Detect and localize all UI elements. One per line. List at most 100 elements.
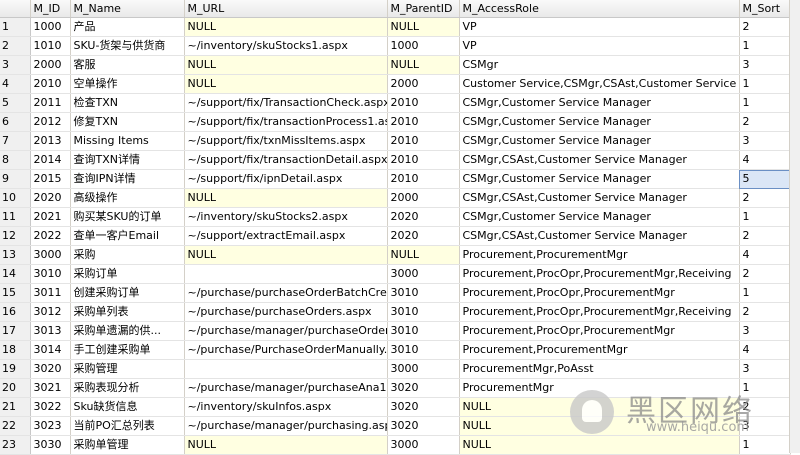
cell-m-sort[interactable]: 3 xyxy=(739,359,791,379)
cell-m-name[interactable]: Missing Items xyxy=(70,131,185,151)
cell-m-sort[interactable]: 5 xyxy=(739,169,791,189)
cell-m-parentid[interactable]: 3020 xyxy=(387,397,460,417)
cell-m-parentid[interactable]: 2020 xyxy=(387,207,460,227)
table-row[interactable]: 6 2012 修复TXN ~/support/fix/transactionProce… xyxy=(0,112,791,132)
cell-m-sort[interactable]: 2 xyxy=(739,17,791,37)
cell-m-url[interactable]: ~/purchase/manager/purchasing.aspx xyxy=(184,416,388,436)
cell-m-sort[interactable]: 1 xyxy=(739,74,791,94)
cell-m-sort[interactable]: 4 xyxy=(739,340,791,360)
row-number[interactable]: 5 xyxy=(0,93,31,113)
cell-m-name[interactable]: 采购管理 xyxy=(70,359,185,379)
cell-m-parentid[interactable]: 3020 xyxy=(387,416,460,436)
cell-m-url[interactable]: ~/purchase/PurchaseOrderManually... xyxy=(184,340,388,360)
cell-m-parentid[interactable]: 3020 xyxy=(387,378,460,398)
cell-m-parentid[interactable]: 3000 xyxy=(387,359,460,379)
cell-m-accessrole[interactable]: Procurement,ProcOpr,ProcurementMgr,Recei… xyxy=(459,302,740,322)
cell-m-url[interactable]: NULL xyxy=(184,188,388,208)
cell-m-name[interactable]: 高级操作 xyxy=(70,188,185,208)
cell-m-accessrole[interactable]: Procurement,ProcOpr,ProcurementMgr xyxy=(459,321,740,341)
cell-m-accessrole[interactable]: CSMgr,Customer Service Manager xyxy=(459,112,740,132)
cell-m-id[interactable]: 2015 xyxy=(30,169,71,189)
row-number[interactable]: 16 xyxy=(0,302,31,322)
cell-m-sort[interactable]: 3 xyxy=(739,55,791,75)
cell-m-name[interactable]: 检查TXN xyxy=(70,93,185,113)
cell-m-id[interactable]: 2000 xyxy=(30,55,71,75)
column-header-m-accessrole[interactable]: M_AccessRole xyxy=(459,0,740,18)
cell-m-sort[interactable]: 2 xyxy=(739,188,791,208)
cell-m-id[interactable]: 3021 xyxy=(30,378,71,398)
cell-m-id[interactable]: 2013 xyxy=(30,131,71,151)
table-row[interactable]: 13 3000 采购 NULL NULL Procurement,ProcurementM… xyxy=(0,245,791,265)
cell-m-sort[interactable]: 3 xyxy=(739,131,791,151)
cell-m-parentid[interactable]: NULL xyxy=(387,245,460,265)
cell-m-name[interactable]: 空单操作 xyxy=(70,74,185,94)
row-number[interactable]: 18 xyxy=(0,340,31,360)
row-number[interactable]: 7 xyxy=(0,131,31,151)
cell-m-url[interactable]: NULL xyxy=(184,435,388,455)
row-number-header[interactable] xyxy=(0,0,31,18)
cell-m-name[interactable]: 购买某SKU的订单 xyxy=(70,207,185,227)
row-number[interactable]: 21 xyxy=(0,397,31,417)
cell-m-accessrole[interactable]: CSMgr,Customer Service Manager xyxy=(459,169,740,189)
cell-m-accessrole[interactable]: VP xyxy=(459,36,740,56)
cell-m-id[interactable]: 2012 xyxy=(30,112,71,132)
table-row[interactable]: 11 2021 购买某SKU的订单 ~/inventory/skuStocks2.as… xyxy=(0,207,791,227)
cell-m-name[interactable]: 客服 xyxy=(70,55,185,75)
column-header-m-sort[interactable]: M_Sort xyxy=(739,0,791,18)
cell-m-id[interactable]: 2014 xyxy=(30,150,71,170)
table-row[interactable]: 4 2010 空单操作 NULL 2000 Customer Service,CSMgr,… xyxy=(0,74,791,94)
table-row[interactable]: 17 3013 采购单遗漏的供... ~/purchase/manager/purch… xyxy=(0,321,791,341)
row-number[interactable]: 22 xyxy=(0,416,31,436)
cell-m-accessrole[interactable]: ProcurementMgr,PoAsst xyxy=(459,359,740,379)
cell-m-parentid[interactable]: NULL xyxy=(387,17,460,37)
cell-m-id[interactable]: 3020 xyxy=(30,359,71,379)
cell-m-accessrole[interactable]: CSMgr,CSAst,Customer Service Manager xyxy=(459,150,740,170)
cell-m-id[interactable]: 2011 xyxy=(30,93,71,113)
cell-m-url[interactable]: ~/purchase/purchaseOrderBatchCre... xyxy=(184,283,388,303)
table-row[interactable]: 12 2022 查单一客户Email ~/support/extractEmail.a… xyxy=(0,226,791,246)
cell-m-parentid[interactable]: 2010 xyxy=(387,112,460,132)
cell-m-id[interactable]: 3011 xyxy=(30,283,71,303)
cell-m-id[interactable]: 1010 xyxy=(30,36,71,56)
row-number[interactable]: 6 xyxy=(0,112,31,132)
cell-m-url[interactable]: ~/support/extractEmail.aspx xyxy=(184,226,388,246)
table-row[interactable]: 14 3010 采购订单 3000 Procurement,ProcOpr,Procur… xyxy=(0,264,791,284)
cell-m-parentid[interactable]: 3000 xyxy=(387,435,460,455)
table-row[interactable]: 18 3014 手工创建采购单 ~/purchase/PurchaseOrderMan… xyxy=(0,340,791,360)
cell-m-id[interactable]: 1000 xyxy=(30,17,71,37)
row-number[interactable]: 15 xyxy=(0,283,31,303)
cell-m-sort[interactable]: 3 xyxy=(739,321,791,341)
table-row[interactable]: 16 3012 采购单列表 ~/purchase/purchaseOrders.asp… xyxy=(0,302,791,322)
cell-m-parentid[interactable]: 2010 xyxy=(387,150,460,170)
cell-m-sort[interactable]: 2 xyxy=(739,226,791,246)
cell-m-id[interactable]: 2020 xyxy=(30,188,71,208)
cell-m-name[interactable]: 查单一客户Email xyxy=(70,226,185,246)
cell-m-parentid[interactable]: 3010 xyxy=(387,340,460,360)
cell-m-url[interactable]: ~/support/fix/ipnDetail.aspx xyxy=(184,169,388,189)
row-number[interactable]: 13 xyxy=(0,245,31,265)
cell-m-id[interactable]: 2010 xyxy=(30,74,71,94)
cell-m-accessrole[interactable]: VP xyxy=(459,17,740,37)
cell-m-parentid[interactable]: 3010 xyxy=(387,321,460,341)
cell-m-accessrole[interactable]: CSMgr,CSAst,Customer Service Manager xyxy=(459,188,740,208)
cell-m-sort[interactable]: 2 xyxy=(739,112,791,132)
cell-m-sort[interactable]: 2 xyxy=(739,302,791,322)
row-number[interactable]: 17 xyxy=(0,321,31,341)
cell-m-url[interactable]: ~/support/fix/transactionDetail.aspx xyxy=(184,150,388,170)
table-row[interactable]: 10 2020 高级操作 NULL 2000 CSMgr,CSAst,Customer S… xyxy=(0,188,791,208)
cell-m-accessrole[interactable]: Procurement,ProcOpr,ProcurementMgr xyxy=(459,283,740,303)
cell-m-id[interactable]: 3010 xyxy=(30,264,71,284)
column-header-m-url[interactable]: M_URL xyxy=(184,0,388,18)
cell-m-name[interactable]: 手工创建采购单 xyxy=(70,340,185,360)
cell-m-name[interactable]: 当前PO汇总列表 xyxy=(70,416,185,436)
cell-m-accessrole[interactable]: CSMgr,Customer Service Manager xyxy=(459,131,740,151)
table-row[interactable]: 2 1010 SKU-货架与供货商 ~/inventory/skuStocks1.as… xyxy=(0,36,791,56)
cell-m-url[interactable]: ~/inventory/skuStocks1.aspx xyxy=(184,36,388,56)
cell-m-parentid[interactable]: 2000 xyxy=(387,74,460,94)
cell-m-name[interactable]: 采购订单 xyxy=(70,264,185,284)
cell-m-id[interactable]: 3022 xyxy=(30,397,71,417)
cell-m-id[interactable]: 2022 xyxy=(30,226,71,246)
cell-m-sort[interactable]: 2 xyxy=(739,264,791,284)
cell-m-name[interactable]: 采购单管理 xyxy=(70,435,185,455)
cell-m-parentid[interactable]: 2020 xyxy=(387,226,460,246)
